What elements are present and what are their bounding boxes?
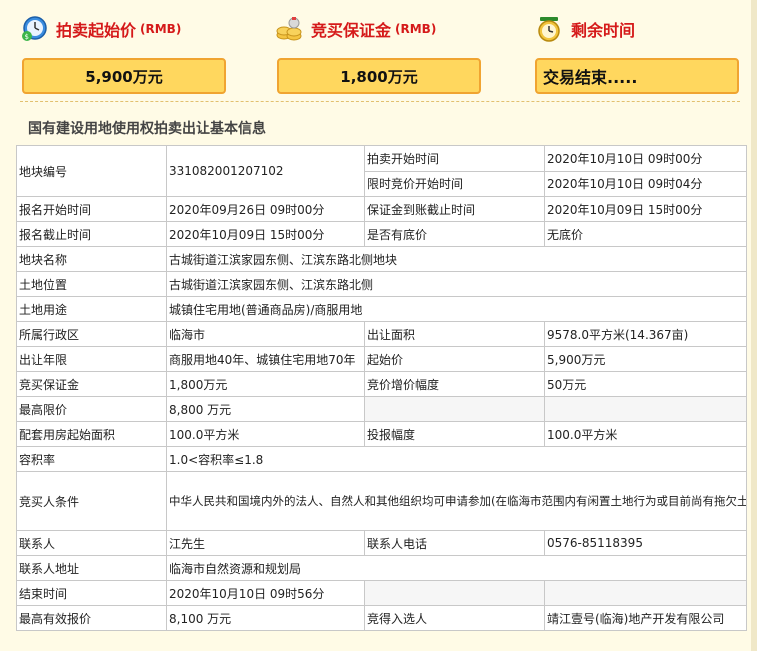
divider [20,101,740,102]
row-key: 是否有底价 [364,221,545,247]
remaining-value-box: 交易结束..... [535,58,739,94]
row-key: 土地位置 [16,271,167,297]
table-row: 联系人地址 临海市自然资源和规划局 [16,555,747,581]
row-value: 9578.0平方米(14.367亩) [544,321,747,347]
svg-text:$: $ [25,33,29,41]
row-value: 无底价 [544,221,747,247]
row-key: 所属行政区 [16,321,167,347]
row-key: 容积率 [16,446,167,472]
table-row: 最高有效报价 8,100 万元 竞得入选人 靖江壹号(临海)地产开发有限公司 [16,605,747,631]
row-value: 331082001207102 [166,145,365,197]
row-value: 8,800 万元 [166,396,365,422]
row-value: 中华人民共和国境内外的法人、自然人和其他组织均可申请参加(在临海市范围内有闲置土… [166,471,747,531]
table-row: 土地用途 城镇住宅用地(普通商品房)/商服用地 [16,296,747,322]
row-value: 2020年09月26日 09时00分 [166,196,365,222]
empty-cell [544,396,747,422]
row-key: 竞买保证金 [16,371,167,397]
coins-icon [276,17,302,41]
empty-cell [544,580,747,606]
table-row: 土地位置 古城街道江滨家园东侧、江滨东路北侧 [16,271,747,297]
deposit-value: 1,800万元 [340,67,418,86]
row-key: 配套用房起始面积 [16,421,167,447]
vertical-scrollbar[interactable] [751,0,757,651]
row-value: 50万元 [544,371,747,397]
auction-summary-header: $ 拍卖起始价 (RMB) 5,900万元 竞买保证金 (RMB) 1,800万… [0,0,757,100]
row-key: 最高有效报价 [16,605,167,631]
row-key: 报名截止时间 [16,221,167,247]
table-row: 联系人 江先生 联系人电话 0576-85118395 [16,530,747,556]
row-value: 5,900万元 [544,346,747,372]
row-value: 商服用地40年、城镇住宅用地70年 [166,346,365,372]
row-key: 出让面积 [364,321,545,347]
row-value: 1.0<容积率≤1.8 [166,446,747,472]
clock-money-icon: $ [22,16,47,41]
deposit-value-box: 1,800万元 [277,58,481,94]
remaining-label: 剩余时间 [571,21,636,40]
row-value: 100.0平方米 [544,421,747,447]
row-value: 2020年10月10日 09时00分 [544,145,747,172]
remaining-value: 交易结束..... [543,68,638,87]
empty-cell [364,396,545,422]
row-value: 城镇住宅用地(普通商品房)/商服用地 [166,296,747,322]
row-value: 古城街道江滨家园东侧、江滨东路北侧 [166,271,747,297]
row-key: 出让年限 [16,346,167,372]
start-price-value: 5,900万元 [85,67,163,86]
table-row: 地块编号 331082001207102 拍卖开始时间 2020年10月10日 … [16,145,747,197]
row-key: 竞买人条件 [16,471,167,531]
row-value: 2020年10月10日 09时56分 [166,580,365,606]
row-key: 竞价增价幅度 [364,371,545,397]
row-key: 结束时间 [16,580,167,606]
row-value: 2020年10月09日 15时00分 [166,221,365,247]
row-key: 限时竞价开始时间 [364,170,545,197]
row-value: 0576-85118395 [544,530,747,556]
row-value: 临海市自然资源和规划局 [166,555,747,581]
row-value: 古城街道江滨家园东侧、江滨东路北侧地块 [166,246,747,272]
table-row: 出让年限 商服用地40年、城镇住宅用地70年 起始价 5,900万元 [16,346,747,372]
row-value: 100.0平方米 [166,421,365,447]
row-key: 地块编号 [16,145,167,197]
start-price-value-box: 5,900万元 [22,58,226,94]
table-row: 报名截止时间 2020年10月09日 15时00分 是否有底价 无底价 [16,221,747,247]
empty-cell [364,580,545,606]
row-value: 2020年10月09日 15时00分 [544,196,747,222]
row-value: 临海市 [166,321,365,347]
row-key: 联系人地址 [16,555,167,581]
row-key: 报名开始时间 [16,196,167,222]
table-row: 竞买保证金 1,800万元 竞价增价幅度 50万元 [16,371,747,397]
land-info-table: 地块编号 331082001207102 拍卖开始时间 2020年10月10日 … [16,145,747,631]
row-value: 江先生 [166,530,365,556]
table-row: 报名开始时间 2020年09月26日 09时00分 保证金到账截止时间 2020… [16,196,747,222]
row-value: 靖江壹号(临海)地产开发有限公司 [544,605,747,631]
table-row: 竞买人条件 中华人民共和国境内外的法人、自然人和其他组织均可申请参加(在临海市范… [16,471,747,531]
row-key: 起始价 [364,346,545,372]
start-price-label: 拍卖起始价 [56,21,137,40]
table-row: 结束时间 2020年10月10日 09时56分 [16,580,747,606]
table-row: 容积率 1.0<容积率≤1.8 [16,446,747,472]
row-value: 2020年10月10日 09时04分 [544,170,747,197]
row-key: 地块名称 [16,246,167,272]
row-key: 保证金到账截止时间 [364,196,545,222]
row-key: 最高限价 [16,396,167,422]
table-row: 配套用房起始面积 100.0平方米 投报幅度 100.0平方米 [16,421,747,447]
row-key: 竞得入选人 [364,605,545,631]
row-value: 8,100 万元 [166,605,365,631]
row-key: 土地用途 [16,296,167,322]
start-price-unit: (RMB) [140,22,182,36]
row-key: 联系人 [16,530,167,556]
deposit-label: 竞买保证金 [311,21,392,40]
row-value: 1,800万元 [166,371,365,397]
row-key: 联系人电话 [364,530,545,556]
deposit-unit: (RMB) [395,22,437,36]
table-row: 地块名称 古城街道江滨家园东侧、江滨东路北侧地块 [16,246,747,272]
table-row: 所属行政区 临海市 出让面积 9578.0平方米(14.367亩) [16,321,747,347]
table-row: 最高限价 8,800 万元 [16,396,747,422]
row-key: 投报幅度 [364,421,545,447]
alarm-clock-icon [538,17,560,42]
section-title: 国有建设用地使用权拍卖出让基本信息 [28,121,266,137]
row-key: 拍卖开始时间 [364,145,545,172]
